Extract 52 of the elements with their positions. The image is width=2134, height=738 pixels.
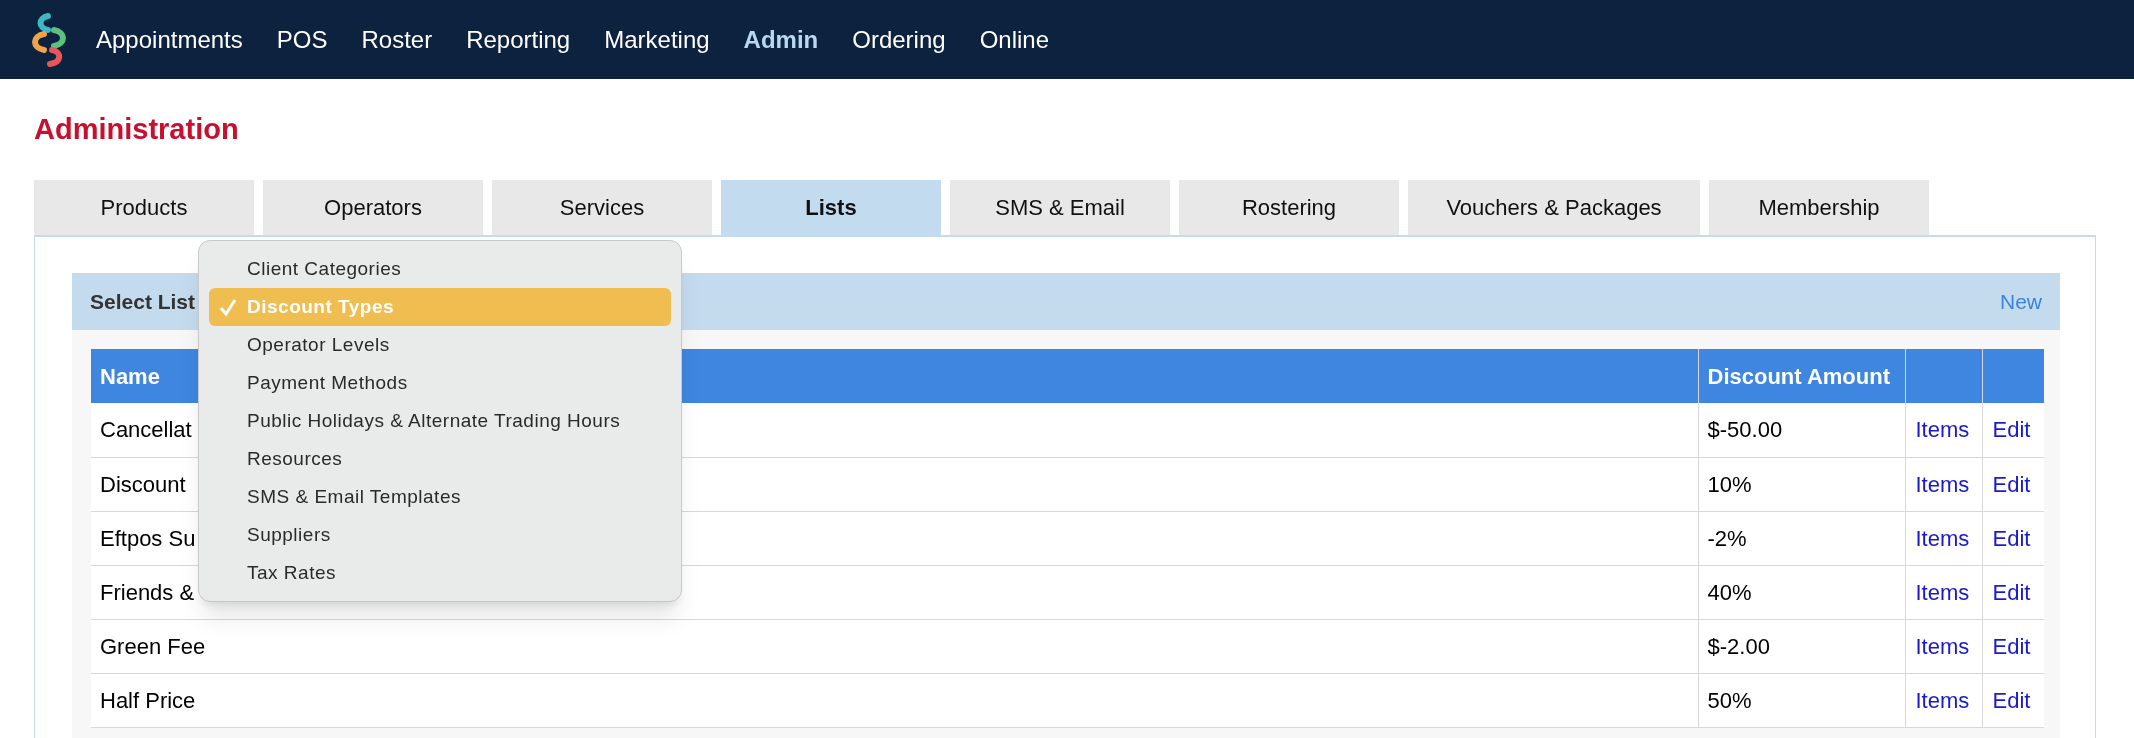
dropdown-option[interactable]: SMS & Email Templates: [209, 478, 671, 516]
header-cell: [1982, 349, 2044, 403]
table-cell: -2%: [1698, 511, 1905, 565]
items-link[interactable]: Items: [1915, 579, 1970, 605]
dropdown-option[interactable]: Public Holidays & Alternate Trading Hours: [209, 402, 671, 440]
table-cell: 40%: [1698, 565, 1905, 619]
dropdown-option[interactable]: Resources: [209, 440, 671, 478]
nav-link[interactable]: Admin: [743, 21, 819, 58]
items-link[interactable]: Items: [1915, 471, 1970, 497]
tab[interactable]: Rostering: [1179, 180, 1399, 235]
edit-link[interactable]: Edit: [1992, 525, 2031, 551]
column-header: Discount Amount: [1698, 349, 1905, 403]
name-text: Green Fee: [100, 633, 206, 659]
name-text: Friends &: [100, 579, 195, 605]
items-link[interactable]: Items: [1915, 417, 1970, 443]
items-link[interactable]: Items: [1915, 633, 1970, 659]
table-cell: $-2.00: [1698, 619, 1905, 673]
dropdown-option[interactable]: Tax Rates: [209, 554, 671, 592]
table-cell: 10%: [1698, 457, 1905, 511]
checkmark-icon: [218, 297, 238, 317]
items-link[interactable]: Items: [1915, 687, 1970, 713]
tab[interactable]: Vouchers & Packages: [1408, 180, 1700, 235]
nav-link[interactable]: POS: [276, 21, 328, 58]
nav-link[interactable]: Appointments: [96, 21, 243, 58]
edit-link[interactable]: Edit: [1992, 471, 2031, 497]
items-link[interactable]: Items: [1915, 525, 1970, 551]
page-title: Administration: [34, 115, 240, 144]
table-cell: $-50.00: [1698, 403, 1905, 457]
nav-link[interactable]: Ordering: [852, 21, 946, 58]
dropdown-option[interactable]: Payment Methods: [209, 364, 671, 402]
edit-link[interactable]: Edit: [1992, 417, 2031, 443]
select-list-label: Select List: [90, 288, 196, 315]
edit-link[interactable]: Edit: [1992, 633, 2031, 659]
nav-link[interactable]: Reporting: [466, 21, 571, 58]
tab[interactable]: Operators: [263, 180, 483, 235]
dropdown-option[interactable]: Suppliers: [209, 516, 671, 554]
tab[interactable]: Products: [34, 180, 254, 235]
tab[interactable]: Services: [492, 180, 712, 235]
nav-link[interactable]: Online: [979, 21, 1049, 58]
tab[interactable]: SMS & Email: [950, 180, 1170, 235]
edit-link[interactable]: Edit: [1992, 579, 2031, 605]
edit-link[interactable]: Edit: [1992, 687, 2031, 713]
tab[interactable]: Membership: [1709, 180, 1929, 235]
name-text: Cancellat: [100, 417, 192, 443]
dropdown-option[interactable]: Client Categories: [209, 250, 671, 288]
nav-link[interactable]: Marketing: [604, 21, 710, 58]
table-cell: 50%: [1698, 673, 1905, 727]
name-text: Half Price: [100, 687, 196, 713]
nav-link[interactable]: Roster: [361, 21, 433, 58]
name-text: Discount: [100, 471, 186, 497]
tab[interactable]: Lists: [721, 180, 941, 235]
name-text: Eftpos Su: [100, 525, 196, 551]
